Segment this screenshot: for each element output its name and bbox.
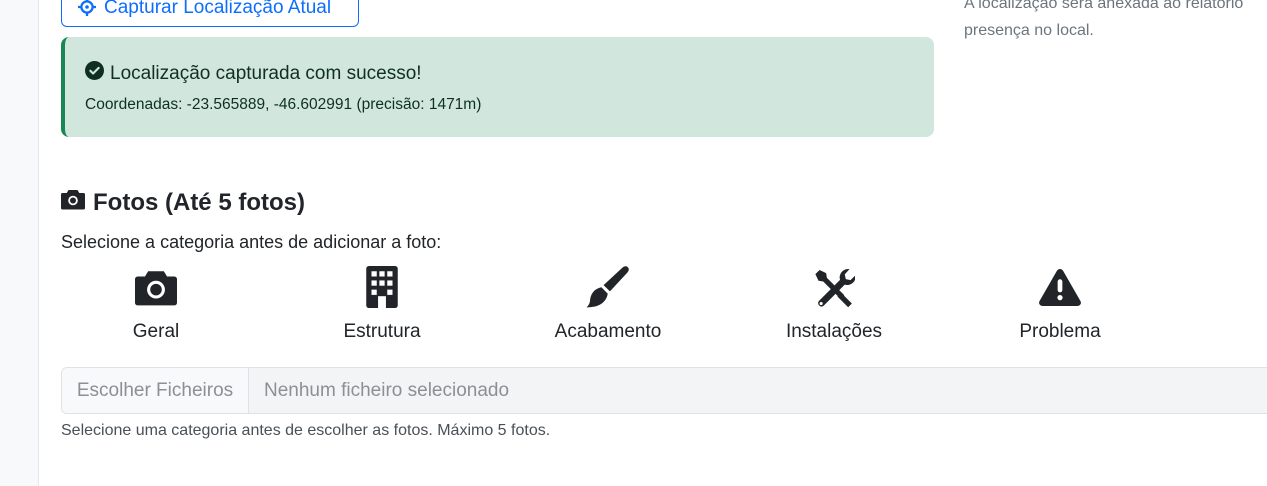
tools-icon bbox=[813, 265, 855, 309]
alert-coordinates: Coordenadas: -23.565889, -46.602991 (pre… bbox=[85, 96, 482, 113]
warning-icon bbox=[1039, 265, 1081, 309]
file-status: Nenhum ficheiro selecionado bbox=[264, 379, 510, 401]
file-help-text: Selecione uma categoria antes de escolhe… bbox=[61, 422, 551, 439]
file-input[interactable]: Escolher Ficheiros Nenhum ficheiro selec… bbox=[61, 367, 1267, 414]
photos-title: Fotos (Até 5 fotos) bbox=[93, 188, 305, 216]
category-acabamento[interactable]: Acabamento bbox=[518, 265, 698, 350]
camera-icon bbox=[61, 188, 85, 217]
category-label: Geral bbox=[132, 321, 180, 342]
photos-section-title: Fotos (Até 5 fotos) bbox=[61, 188, 305, 217]
camera-icon bbox=[135, 265, 177, 309]
crosshair-icon bbox=[78, 0, 96, 16]
category-instalacoes[interactable]: Instalações bbox=[744, 265, 924, 350]
main-content: Capturar Localização Atual A localização… bbox=[38, 0, 1267, 486]
brush-icon bbox=[586, 265, 630, 309]
category-label: Acabamento bbox=[554, 321, 662, 342]
category-label: Estrutura bbox=[343, 321, 421, 342]
category-label: Instalações bbox=[785, 321, 883, 342]
category-estrutura[interactable]: Estrutura bbox=[292, 265, 472, 350]
capture-location-label: Capturar Localização Atual bbox=[104, 0, 332, 18]
building-icon bbox=[366, 265, 398, 309]
location-side-note: A localização será anexada ao relatório … bbox=[964, 0, 1244, 39]
choose-files-button[interactable]: Escolher Ficheiros bbox=[62, 368, 249, 413]
check-circle-icon bbox=[85, 61, 104, 86]
category-geral[interactable]: Geral bbox=[66, 265, 246, 350]
alert-title: Localização capturada com sucesso! bbox=[110, 62, 422, 84]
capture-location-button[interactable]: Capturar Localização Atual bbox=[61, 0, 359, 27]
success-alert: Localização capturada com sucesso! Coord… bbox=[61, 37, 934, 137]
category-label: Problema bbox=[1019, 321, 1101, 342]
category-problema[interactable]: Problema bbox=[970, 265, 1150, 350]
category-row: Geral Estrutura Acabamento Instalações P bbox=[61, 265, 1221, 350]
category-hint: Selecione a categoria antes de adicionar… bbox=[61, 232, 442, 252]
